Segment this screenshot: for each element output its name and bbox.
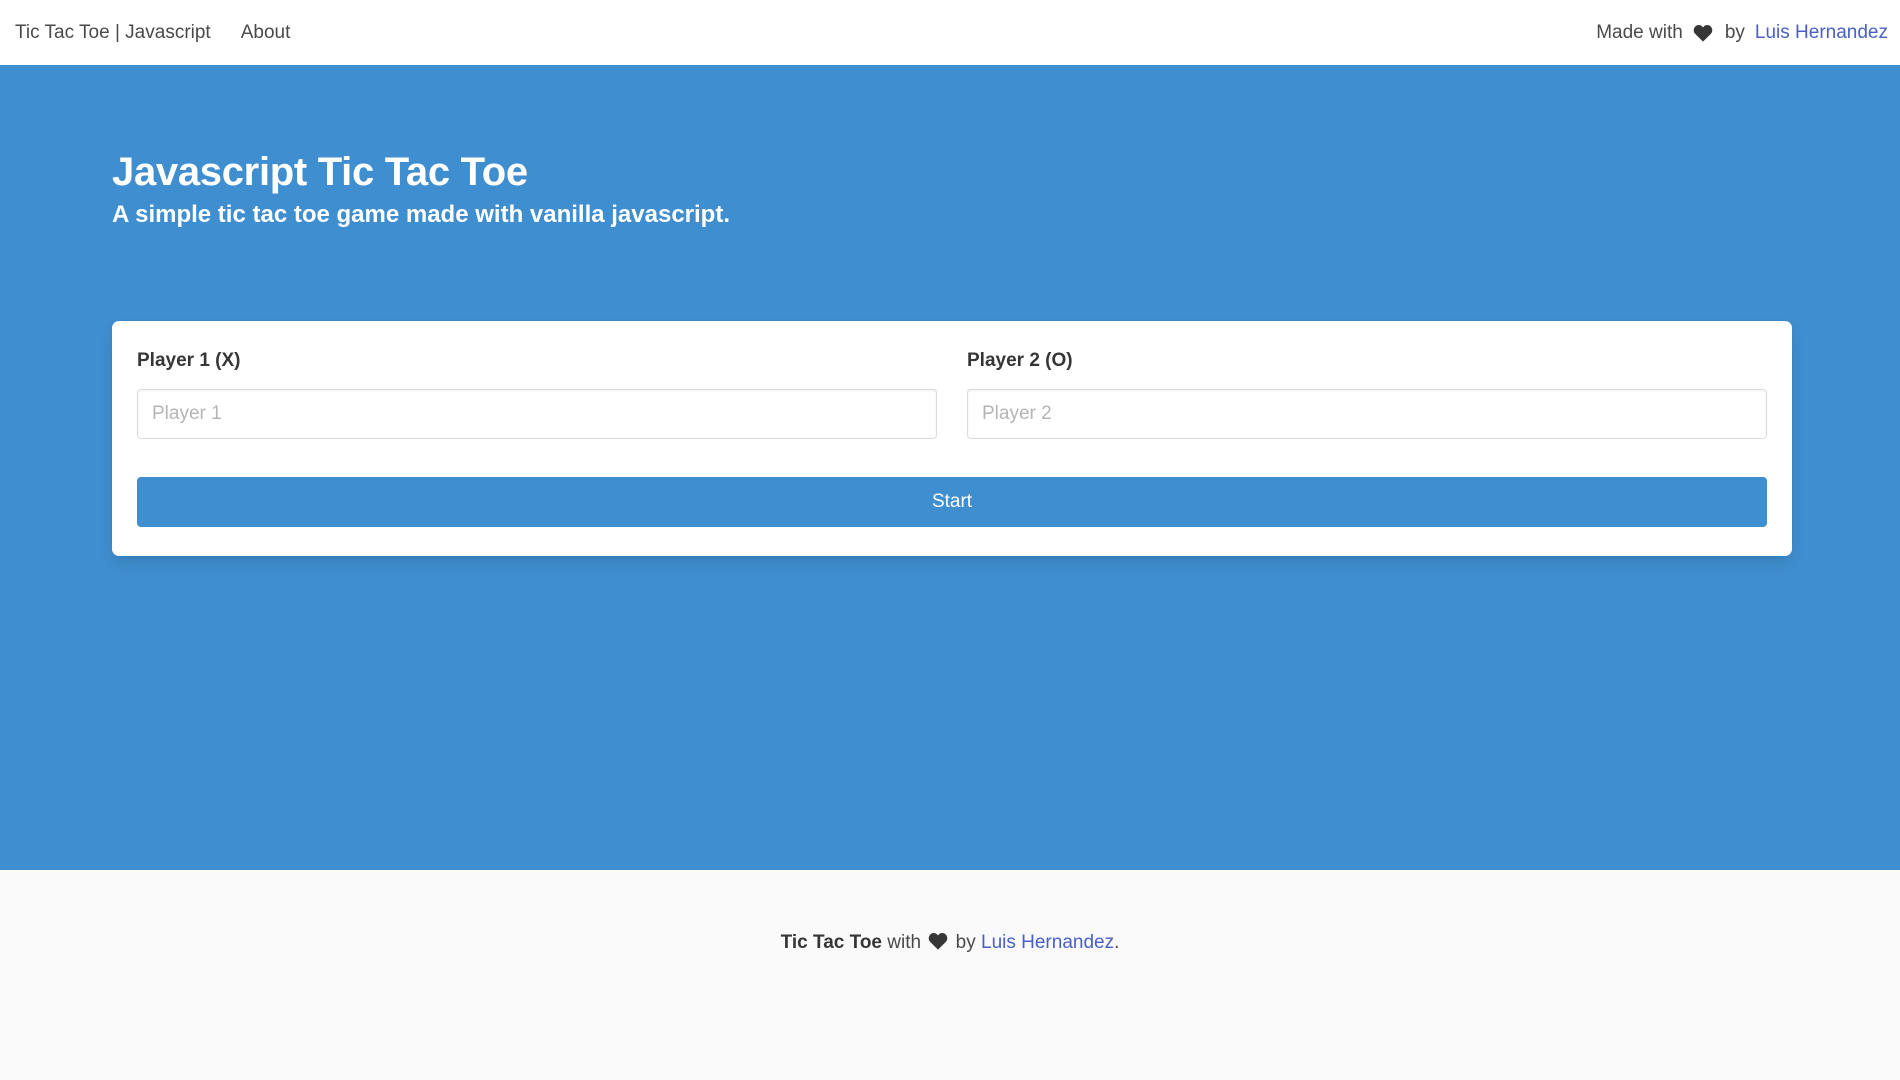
player2-label: Player 2 (O) [967,350,1073,371]
footer: Tic Tac Toe with by Luis Hernandez. [0,870,1900,1080]
player1-label: Player 1 (X) [137,350,241,371]
made-with-text: Made with [1596,21,1683,43]
by-text: by [1724,21,1745,43]
player-setup-card: Player 1 (X) Player 2 (O) Start [112,321,1792,556]
footer-period: . [1114,932,1120,953]
player2-input[interactable] [967,389,1767,439]
footer-by-text: by [955,932,976,953]
heart-icon [1693,24,1713,42]
brand-link[interactable]: Tic Tac Toe | Javascript [15,22,211,44]
top-navbar: Tic Tac Toe | Javascript About Made with… [0,0,1900,65]
page-title: Javascript Tic Tac Toe [112,150,528,194]
about-link[interactable]: About [241,22,291,44]
player2-field: Player 2 (O) [967,349,1767,439]
footer-author-link[interactable]: Luis Hernandez [981,932,1114,953]
heart-icon [928,932,948,950]
author-link[interactable]: Luis Hernandez [1755,22,1888,44]
footer-app-name: Tic Tac Toe [780,932,882,953]
footer-credit: Tic Tac Toe with by Luis Hernandez. [0,932,1900,954]
page-subtitle: A simple tic tac toe game made with vani… [112,201,730,228]
navbar-left: Tic Tac Toe | Javascript About [15,22,290,44]
player1-field: Player 1 (X) [137,349,937,439]
navbar-credit: Made with by Luis Hernandez [1596,22,1888,44]
footer-with-text: with [887,932,922,953]
start-button[interactable]: Start [137,477,1767,527]
player1-input[interactable] [137,389,937,439]
hero-section: Javascript Tic Tac Toe A simple tic tac … [0,65,1900,870]
